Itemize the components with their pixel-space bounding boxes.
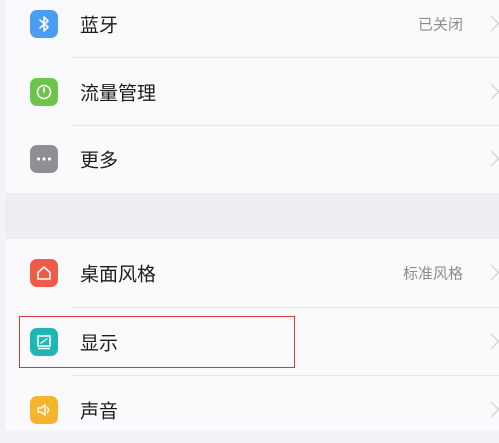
settings-item-label: 更多 xyxy=(80,149,119,172)
settings-item-label: 声音 xyxy=(80,400,119,423)
speaker-icon xyxy=(30,396,58,424)
settings-item-bluetooth[interactable]: 蓝牙 已关闭 xyxy=(5,0,499,57)
chevron-right-icon xyxy=(483,15,499,32)
settings-item-traffic[interactable]: 流量管理 xyxy=(5,59,499,125)
row-divider xyxy=(72,57,499,58)
chevron-right-icon xyxy=(483,150,499,167)
bluetooth-icon xyxy=(30,10,58,38)
settings-item-label: 流量管理 xyxy=(80,82,157,105)
chevron-right-icon xyxy=(483,264,499,281)
settings-item-more[interactable]: 更多 xyxy=(5,126,499,192)
chevron-right-icon xyxy=(483,401,499,418)
desktop-style-value: 标准风格 xyxy=(402,264,463,283)
settings-item-sound[interactable]: 声音 xyxy=(5,377,499,443)
chevron-right-icon xyxy=(483,83,499,100)
group-separator xyxy=(5,193,499,239)
settings-item-label: 显示 xyxy=(80,332,119,355)
chevron-right-icon xyxy=(483,333,499,350)
settings-item-label: 蓝牙 xyxy=(80,14,119,37)
settings-item-display[interactable]: 显示 xyxy=(5,309,499,375)
bluetooth-status: 已关闭 xyxy=(417,15,463,34)
settings-item-desktop-style[interactable]: 桌面风格 标准风格 xyxy=(5,240,499,306)
row-divider xyxy=(72,307,499,308)
settings-item-label: 桌面风格 xyxy=(80,263,157,286)
gauge-icon xyxy=(30,78,58,106)
home-icon xyxy=(30,259,58,287)
display-icon xyxy=(30,328,58,356)
more-icon xyxy=(30,145,58,173)
row-divider xyxy=(72,375,499,376)
